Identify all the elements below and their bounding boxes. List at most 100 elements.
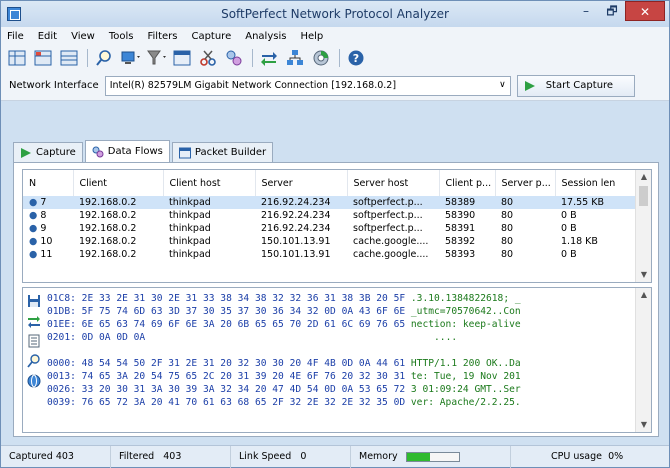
table-row[interactable]: ● 9 192.168.0.2 thinkpad 216.92.24.234 s… (23, 222, 637, 235)
hex-offset: 0000: (47, 358, 76, 369)
hex-bytes: 33 20 30 31 3A 30 39 3A 32 34 20 47 4D 5… (81, 384, 406, 395)
network-icon[interactable] (285, 48, 305, 68)
menu-capture[interactable]: Capture (191, 31, 231, 42)
hex-dump: 01C8: 2E 33 2E 31 30 2E 31 33 38 34 38 3… (47, 292, 521, 409)
minimize-button[interactable]: – (573, 1, 599, 21)
table-cell: 192.168.0.2 (73, 196, 163, 209)
hex-line: 0000: 48 54 54 50 2F 31 2E 31 20 32 30 3… (47, 357, 521, 370)
column-header[interactable]: Client host (163, 170, 256, 196)
menu-file[interactable]: File (7, 31, 24, 42)
hex-scrollbar[interactable]: ▲ ▼ (635, 288, 651, 432)
save-icon[interactable] (27, 294, 41, 308)
status-filtered-label: Filtered (119, 451, 155, 462)
table-row[interactable]: ● 11 192.168.0.2 thinkpad 150.101.13.91 … (23, 248, 637, 261)
table-row[interactable]: ● 7 192.168.0.2 thinkpad 216.92.24.234 s… (23, 196, 637, 209)
status-cpu-value: 0% (608, 451, 624, 462)
globe-icon[interactable] (27, 374, 41, 388)
table-row[interactable]: ● 8 192.168.0.2 thinkpad 216.92.24.234 s… (23, 209, 637, 222)
grid-icon[interactable] (33, 48, 53, 68)
flow-number-cell: ● 7 (23, 196, 73, 209)
toolbar-separator (252, 49, 253, 67)
menu-analysis[interactable]: Analysis (245, 31, 286, 42)
menu-help[interactable]: Help (300, 31, 323, 42)
table-cell: 192.168.0.2 (79, 223, 137, 234)
hex-bytes: 48 54 54 50 2F 31 2E 31 20 32 30 30 20 4… (81, 358, 406, 369)
column-header[interactable]: Server (255, 170, 348, 196)
scroll-down-icon[interactable]: ▼ (636, 418, 652, 432)
chevron-down-icon[interactable]: ∨ (499, 80, 506, 90)
app-window: SoftPerfect Network Protocol Analyzer – … (0, 0, 670, 468)
start-capture-button[interactable]: Start Capture (516, 74, 635, 97)
memory-bar (405, 451, 460, 462)
menu-filters[interactable]: Filters (147, 31, 177, 42)
table-cell: 80 (501, 249, 514, 260)
column-header[interactable]: Server host (347, 170, 440, 196)
arrows-icon[interactable] (27, 314, 41, 328)
scroll-up-icon[interactable]: ▲ (636, 288, 652, 302)
menu-bar: File Edit View Tools Filters Capture Ana… (1, 27, 669, 45)
memory-bar-fill (406, 452, 431, 461)
help-icon[interactable]: ? (346, 48, 366, 68)
tab-capture[interactable]: Capture (13, 142, 83, 162)
filter-icon[interactable] (146, 48, 166, 68)
maximize-button[interactable]: 🗗 (599, 1, 625, 21)
table-cell: 80 (495, 196, 555, 209)
column-header[interactable]: N (23, 170, 74, 196)
menu-tools[interactable]: Tools (109, 31, 134, 42)
cut-icon[interactable] (198, 48, 218, 68)
flow-number: 9 (40, 223, 47, 234)
table-cell: 150.101.13.91 (261, 236, 331, 247)
table-cell: 17.55 KB (555, 196, 637, 209)
scroll-thumb[interactable] (639, 186, 648, 206)
hex-bytes: 0D 0A 0D 0A (81, 332, 146, 343)
network-interface-value: Intel(R) 82579LM Gigabit Network Connect… (109, 80, 397, 91)
search-icon[interactable] (94, 48, 114, 68)
table-icon[interactable] (172, 48, 192, 68)
arrows-icon[interactable] (259, 48, 279, 68)
tab-packet-builder[interactable]: Packet Builder (171, 142, 274, 162)
toolbar: ? (1, 45, 669, 71)
menu-edit[interactable]: Edit (38, 31, 57, 42)
disc-icon[interactable] (311, 48, 331, 68)
status-captured: Captured 403 (1, 445, 111, 468)
network-interface-select[interactable]: Intel(R) 82579LM Gigabit Network Connect… (104, 75, 511, 96)
menu-view[interactable]: View (71, 31, 95, 42)
title-bar[interactable]: SoftPerfect Network Protocol Analyzer – … (1, 1, 669, 27)
status-filtered: Filtered 403 (111, 445, 231, 468)
status-link-speed: Link Speed 0 (231, 445, 351, 468)
status-speed-value: 0 (300, 451, 307, 462)
tab-data-flows[interactable]: Data Flows (84, 140, 170, 162)
hex-bytes: 76 65 72 3A 20 41 70 61 63 68 65 2F 32 2… (81, 397, 406, 408)
table-row[interactable]: ● 10 192.168.0.2 thinkpad 150.101.13.91 … (23, 235, 637, 248)
table-cell: thinkpad (163, 196, 255, 209)
grid-icon[interactable] (7, 48, 27, 68)
flows-scrollbar[interactable]: ▲ ▼ (635, 170, 651, 282)
status-captured-label: Captured (9, 451, 53, 462)
hex-ascii: HTTP/1.1 200 OK..Da (410, 358, 521, 369)
column-header[interactable]: Session len (555, 170, 638, 196)
globe-icon: ● (29, 197, 38, 208)
table-cell: 80 (501, 223, 514, 234)
hex-ascii: .... (434, 332, 458, 343)
connection-icon[interactable] (224, 48, 244, 68)
close-button[interactable]: ✕ (625, 1, 665, 21)
play-icon (524, 80, 535, 91)
column-header[interactable]: Server p... (495, 170, 556, 196)
network-interface-bar: Network Interface Intel(R) 82579LM Gigab… (1, 71, 669, 101)
hex-offset: 01DB: (47, 306, 76, 317)
search-icon[interactable] (27, 354, 41, 368)
document-icon[interactable] (27, 334, 41, 348)
scroll-up-icon[interactable]: ▲ (636, 170, 651, 184)
flows-table-container: N Client Client host Server Server host … (22, 169, 652, 283)
status-cpu: CPU usage 0% (511, 446, 631, 468)
computer-icon[interactable] (120, 48, 140, 68)
scroll-down-icon[interactable]: ▼ (636, 268, 651, 282)
column-header[interactable]: Client p... (439, 170, 496, 196)
table-cell: 192.168.0.2 (79, 249, 137, 260)
table-cell: 0 B (561, 210, 577, 221)
column-header[interactable]: Client (73, 170, 164, 196)
flows-header-row: N Client Client host Server Server host … (23, 170, 638, 196)
flow-number: 7 (40, 197, 47, 208)
table-cell: 0 B (561, 249, 577, 260)
grid-icon[interactable] (59, 48, 79, 68)
